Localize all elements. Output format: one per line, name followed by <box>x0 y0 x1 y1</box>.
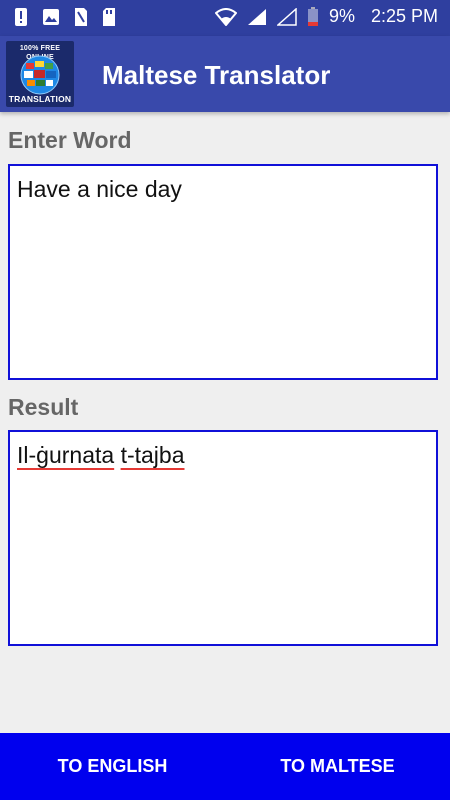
app-logo: 100% FREE ONLINE TRANSLATION <box>6 41 74 107</box>
signal-icon <box>247 8 266 25</box>
status-left-icons <box>14 7 116 27</box>
app-bar: 100% FREE ONLINE TRANSLATION Maltese Tra… <box>0 36 450 112</box>
logo-bottom-text: TRANSLATION <box>8 94 72 104</box>
to-maltese-button[interactable]: TO MALTESE <box>225 733 450 800</box>
sim-card-icon <box>75 8 87 26</box>
battery-percent: 9% <box>328 6 355 26</box>
storage-card-icon <box>103 8 115 26</box>
notification-alert-icon <box>15 8 27 26</box>
word-input[interactable]: Have a nice day <box>8 164 438 380</box>
signal-empty-icon <box>276 7 297 26</box>
result-word: t-tajba <box>120 442 185 468</box>
clock: 2:25 PM <box>370 6 438 26</box>
result-output[interactable]: Il-ġurnata t-tajba <box>8 430 438 646</box>
result-word: Il-ġurnata <box>17 442 115 468</box>
to-english-button[interactable]: TO ENGLISH <box>0 733 225 800</box>
result-label: Result <box>8 394 79 420</box>
globe-flags-icon <box>20 55 60 95</box>
bottom-action-bar: TO ENGLISH TO MALTESE <box>0 733 450 800</box>
status-right: 9% 2:25 PM <box>214 6 438 27</box>
enter-word-label: Enter Word <box>8 127 132 153</box>
word-input-value: Have a nice day <box>17 176 182 202</box>
battery-low-icon <box>307 6 318 26</box>
gallery-icon <box>43 9 59 25</box>
wifi-icon <box>214 7 237 26</box>
app-title: Maltese Translator <box>102 60 331 90</box>
status-bar: 9% 2:25 PM <box>0 0 450 36</box>
